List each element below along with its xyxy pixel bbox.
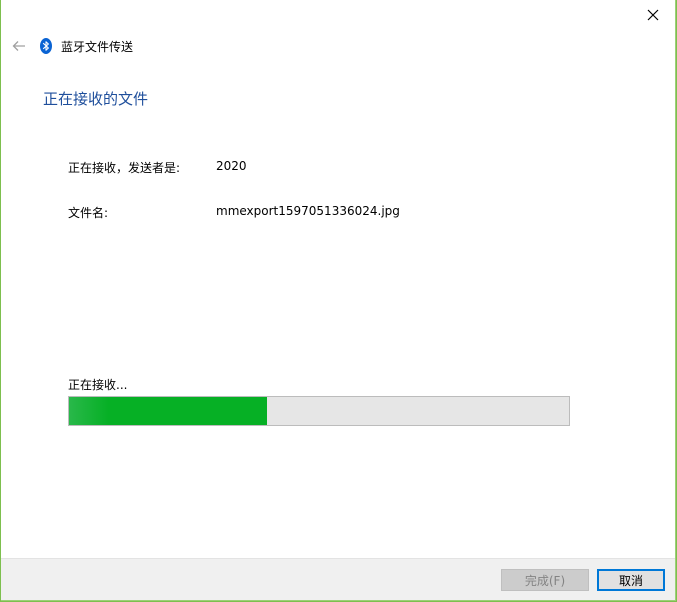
sender-label: 正在接收，发送者是: (68, 161, 181, 175)
bluetooth-icon (40, 38, 52, 54)
bluetooth-transfer-window: 蓝牙文件传送 正在接收的文件 正在接收，发送者是: 2020 文件名: mmex… (1, 0, 676, 601)
filename-label: 文件名: (68, 206, 109, 220)
close-button[interactable] (631, 0, 675, 30)
window-title: 蓝牙文件传送 (61, 40, 134, 54)
progress-fill (69, 397, 267, 425)
filename-value: mmexport1597051336024.jpg (216, 204, 400, 218)
done-button[interactable]: 完成(F) (501, 569, 589, 591)
progress-bar (68, 396, 570, 426)
close-icon (647, 9, 659, 21)
window-header: 蓝牙文件传送 (1, 32, 675, 60)
back-button[interactable] (9, 36, 29, 56)
footer-bar: 完成(F) 取消 (1, 558, 675, 600)
status-text: 正在接收... (68, 378, 128, 392)
page-title: 正在接收的文件 (43, 90, 149, 108)
sender-value: 2020 (216, 159, 247, 173)
back-arrow-icon (12, 41, 25, 51)
cancel-button[interactable]: 取消 (597, 569, 665, 591)
